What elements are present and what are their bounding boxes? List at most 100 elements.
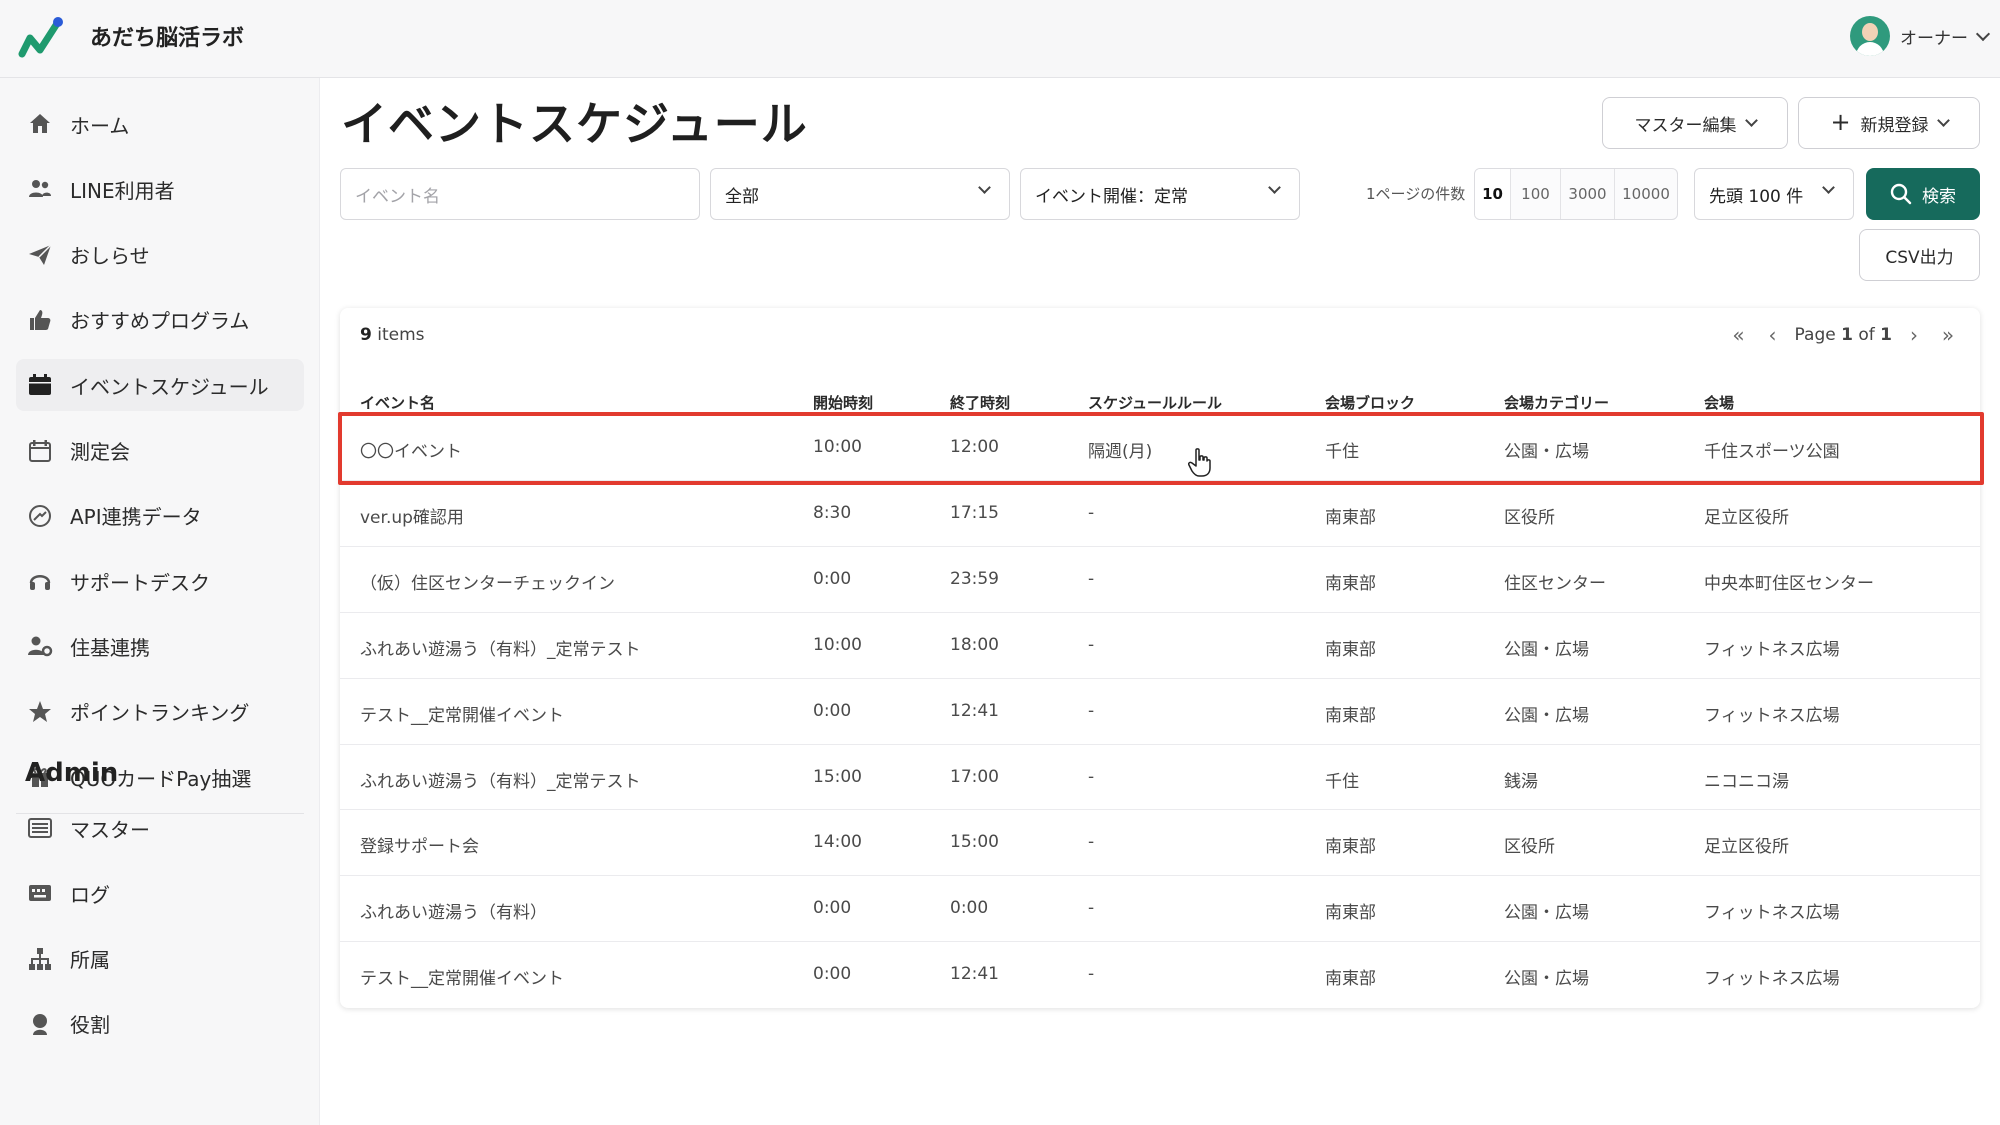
table-row[interactable]: 〇〇イベント 10:00 12:00 隔週(月) 千住 公園・広場 千住スポーツ公園 xyxy=(340,414,1980,480)
star-icon xyxy=(20,699,60,725)
last-page-icon[interactable]: » xyxy=(1936,322,1960,348)
sidebar-item-label: ポイントランキング xyxy=(70,701,250,726)
range-select[interactable]: 先頭 100 件 xyxy=(1694,168,1854,220)
search-button[interactable]: 検索 xyxy=(1866,168,1980,220)
csv-export-button[interactable]: CSV出力 xyxy=(1859,229,1980,281)
column-header[interactable]: 会場 xyxy=(1704,392,1734,413)
prev-page-icon[interactable]: ‹ xyxy=(1761,322,1785,348)
table-cell: - xyxy=(1088,766,1095,787)
table-row[interactable]: ふれあい遊湯う（有料）_定常テスト 10:00 18:00 - 南東部 公園・広場 フィット… xyxy=(340,611,1980,678)
column-header[interactable]: 会場ブロック xyxy=(1325,392,1415,413)
table-cell: - xyxy=(1088,898,1095,919)
sidebar-item-label: ログ xyxy=(70,882,110,907)
per-page-option-10[interactable]: 10 xyxy=(1475,169,1511,219)
table-cell: 区役所 xyxy=(1504,507,1555,528)
sidebar-item-paper-plane[interactable]: おしらせ xyxy=(16,229,304,281)
user-menu[interactable]: オーナー xyxy=(1850,16,1991,56)
table-row[interactable]: テスト__定常開催イベント 0:00 12:41 - 南東部 公園・広場 フィットネス広場 xyxy=(340,677,1980,744)
table-row[interactable]: 登録サポート会 14:00 15:00 - 南東部 区役所 足立区役所 xyxy=(340,809,1980,875)
sidebar-item-home[interactable]: ホーム xyxy=(16,98,304,150)
app-logo-icon[interactable] xyxy=(18,14,64,60)
admin-heading: Admin xyxy=(25,758,119,788)
table-row[interactable]: ver.up確認用 8:30 17:15 - 南東部 区役所 足立区役所 xyxy=(340,479,1980,546)
next-page-icon[interactable]: › xyxy=(1902,322,1926,348)
column-header[interactable]: イベント名 xyxy=(360,392,435,413)
thumbs-up-icon xyxy=(20,307,60,333)
table-cell: 公園・広場 xyxy=(1504,639,1589,660)
category-select[interactable]: 全部 xyxy=(710,168,1010,220)
per-page-option-100[interactable]: 100 xyxy=(1511,169,1561,219)
sidebar-item-headset[interactable]: サポートデスク xyxy=(16,555,304,607)
column-header[interactable]: 終了時刻 xyxy=(950,392,1010,413)
table-cell: 足立区役所 xyxy=(1704,837,1789,858)
table-cell: フィットネス広場 xyxy=(1704,705,1840,726)
table-row[interactable]: テスト__定常開催イベント 0:00 12:41 - 南東部 公園・広場 フィットネス広場 xyxy=(340,941,1980,1007)
table-cell: 17:00 xyxy=(950,766,999,787)
chevron-down-icon xyxy=(1744,114,1758,127)
keyboard-icon xyxy=(20,880,60,906)
table-cell: 0:00 xyxy=(813,898,852,919)
table-cell: 千住 xyxy=(1325,442,1359,462)
table-cell: 0:00 xyxy=(813,568,852,589)
table-cell: 区役所 xyxy=(1504,837,1555,858)
table-cell: テスト__定常開催イベント xyxy=(360,969,564,990)
column-header[interactable]: 会場カテゴリー xyxy=(1504,392,1609,413)
table-cell: - xyxy=(1088,568,1095,589)
search-label: 検索 xyxy=(1922,186,1956,207)
sidebar-item-calendar[interactable]: イベントスケジュール xyxy=(16,359,304,412)
event-name-input[interactable]: イベント名 xyxy=(340,168,700,220)
table-cell: - xyxy=(1088,964,1095,985)
items-count-suffix: items xyxy=(377,325,425,345)
home-icon xyxy=(20,111,60,137)
per-page-selector: 10 100 3000 10000 xyxy=(1474,168,1678,220)
table-cell: 17:15 xyxy=(950,502,999,523)
per-page-option-3000[interactable]: 3000 xyxy=(1561,169,1615,219)
sidebar-item-label: 所属 xyxy=(70,948,110,973)
master-edit-label: マスター編集 xyxy=(1634,115,1737,136)
table-row[interactable]: ふれあい遊湯う（有料）_定常テスト 15:00 17:00 - 千住 銭湯 ニコニコ湯 xyxy=(340,743,1980,810)
table-cell: （仮）住区センターチェックイン xyxy=(360,573,615,594)
users-icon xyxy=(20,176,60,202)
sidebar-item-users[interactable]: LINE利用者 xyxy=(16,163,304,215)
first-page-icon[interactable]: « xyxy=(1727,322,1751,348)
table-cell: 14:00 xyxy=(813,832,862,853)
sidebar-item-list[interactable]: マスター xyxy=(16,802,304,854)
table-row[interactable]: （仮）住区センターチェックイン 0:00 23:59 - 南東部 住区センター 中央本町住区… xyxy=(340,545,1980,612)
per-page-option-10000[interactable]: 10000 xyxy=(1615,169,1677,219)
schedule-select-value: イベント開催：定常 xyxy=(1035,186,1188,207)
avatar[interactable] xyxy=(1850,16,1890,56)
table-cell: 0:00 xyxy=(813,700,852,721)
plus-icon: + xyxy=(1830,108,1851,136)
table-cell: - xyxy=(1088,832,1095,853)
sidebar-item-star[interactable]: ポイントランキング xyxy=(16,686,304,738)
sidebar-item-label: サポートデスク xyxy=(70,570,210,595)
org-chart-icon xyxy=(20,946,60,972)
sidebar-item-label: イベントスケジュール xyxy=(70,374,269,399)
items-count-number: 9 xyxy=(360,325,372,345)
user-name[interactable]: オーナー xyxy=(1900,24,1968,49)
column-header[interactable]: 開始時刻 xyxy=(813,392,873,413)
table-cell: 千住 xyxy=(1325,771,1359,792)
table-row[interactable]: ふれあい遊湯う（有料） 0:00 0:00 - 南東部 公園・広場 フィットネス広場 xyxy=(340,875,1980,941)
sidebar-item-calendar-blank[interactable]: 測定会 xyxy=(16,425,304,477)
sidebar-item-thumbs-up[interactable]: おすすめプログラム xyxy=(16,294,304,346)
chevron-down-icon[interactable] xyxy=(1975,26,1991,41)
table-cell: ニコニコ湯 xyxy=(1704,771,1789,792)
sidebar-item-keyboard[interactable]: ログ xyxy=(16,867,304,919)
table-cell: ふれあい遊湯う（有料）_定常テスト xyxy=(360,771,641,792)
table-cell: 銭湯 xyxy=(1504,771,1538,792)
user-settings-icon xyxy=(20,633,60,659)
table-cell: ver.up確認用 xyxy=(360,507,464,528)
new-register-label: 新規登録 xyxy=(1860,115,1929,136)
master-edit-button[interactable]: マスター編集 xyxy=(1602,97,1788,149)
sidebar-item-api[interactable]: API連携データ xyxy=(16,490,304,542)
sidebar-item-user-settings[interactable]: 住基連携 xyxy=(16,620,304,672)
new-register-button[interactable]: + 新規登録 xyxy=(1798,97,1980,149)
calendar-icon xyxy=(20,372,60,398)
chevron-down-icon xyxy=(1268,181,1281,194)
sidebar-item-user[interactable]: 役割 xyxy=(16,998,304,1050)
sidebar-item-label: マスター xyxy=(70,817,150,842)
column-header[interactable]: スケジュールルール xyxy=(1088,392,1222,413)
schedule-select[interactable]: イベント開催：定常 xyxy=(1020,168,1300,220)
sidebar-item-org-chart[interactable]: 所属 xyxy=(16,933,304,985)
